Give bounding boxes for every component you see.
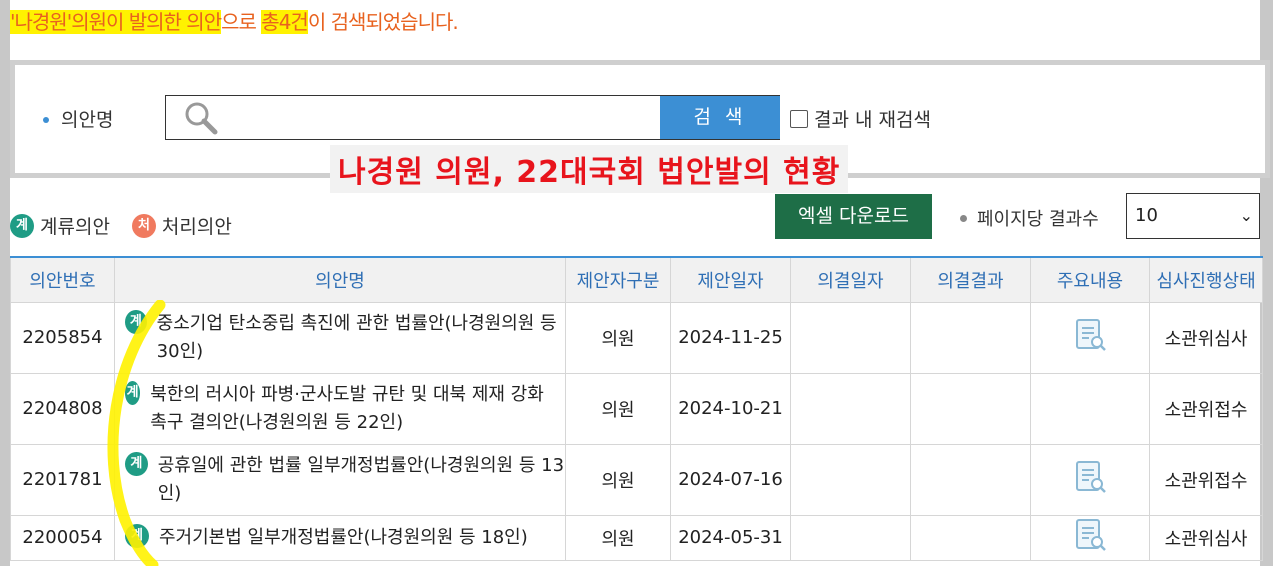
proposer-cell: 의원 <box>565 372 671 445</box>
excel-download-button[interactable]: 엑셀 다운로드 <box>775 194 932 239</box>
per-page-value: 10 <box>1135 205 1158 226</box>
pending-badge-icon: 계 <box>125 523 149 548</box>
bullet-icon <box>43 117 49 123</box>
bill-no-cell: 2204808 <box>10 372 115 445</box>
bullet-icon <box>960 214 967 222</box>
header-status[interactable]: 심사진행상태 <box>1149 256 1263 303</box>
header-bill-name[interactable]: 의안명 <box>114 256 566 303</box>
pending-badge-icon: 계 <box>125 309 147 334</box>
bill-name-cell: 계 북한의 러시아 파병·군사도발 규탄 및 대북 제재 강화 촉구 결의안(나… <box>114 372 566 445</box>
bill-name-label: 의안명 <box>61 109 114 131</box>
research-checkbox-wrap[interactable]: 결과 내 재검색 <box>790 105 931 132</box>
decision-date-cell <box>790 443 911 516</box>
table-row[interactable]: 2200054 계 주거기본법 일부개정법률안(나경원의원 등 18인) 의원 … <box>10 514 1263 561</box>
table-row[interactable]: 2204808 계 북한의 러시아 파병·군사도발 규탄 및 대북 제재 강화 … <box>10 372 1263 445</box>
result-text-end: 이 검색되었습니다. <box>307 10 459 34</box>
pending-label: 계류의안 <box>40 216 110 238</box>
header-decision-date[interactable]: 의결일자 <box>790 256 911 303</box>
proposal-date-cell: 2024-10-21 <box>670 372 791 445</box>
proposer-cell: 의원 <box>565 514 671 561</box>
header-decision-result[interactable]: 의결결과 <box>910 256 1031 303</box>
done-badge-icon: 처 <box>131 213 156 238</box>
decision-date-cell <box>790 514 911 561</box>
proposer-cell: 의원 <box>565 301 671 374</box>
status-cell: 소관위심사 <box>1149 301 1263 374</box>
search-button[interactable]: 검 색 <box>660 96 780 139</box>
chevron-down-icon: ⌄ <box>1239 206 1253 225</box>
status-cell: 소관위접수 <box>1149 372 1263 445</box>
bill-no-cell: 2200054 <box>10 514 115 561</box>
table-row[interactable]: 2201781 계 공휴일에 관한 법률 일부개정법률안(나경원의원 등 13인… <box>10 443 1263 516</box>
status-cell: 소관위접수 <box>1149 443 1263 516</box>
document-search-icon[interactable] <box>1072 317 1108 353</box>
result-text: 으로 <box>221 10 262 34</box>
summary-cell <box>1030 372 1150 445</box>
per-page-label-wrap: 페이지당 결과수 <box>960 205 1099 231</box>
decision-result-cell <box>910 514 1031 561</box>
per-page-select[interactable]: 10 ⌄ <box>1126 193 1260 239</box>
bill-title-link[interactable]: 중소기업 탄소중립 촉진에 관한 법률안(나경원의원 등 30인) <box>157 310 565 366</box>
research-checkbox[interactable] <box>790 109 808 128</box>
bill-no-cell: 2205854 <box>10 301 115 374</box>
decision-date-cell <box>790 372 911 445</box>
overlay-caption: 나경원 의원, 22대국회 법안발의 현황 <box>330 145 849 193</box>
proposal-date-cell: 2024-07-16 <box>670 443 791 516</box>
status-cell: 소관위심사 <box>1149 514 1263 561</box>
done-label: 처리의안 <box>161 216 232 238</box>
decision-result-cell <box>910 372 1031 445</box>
proposal-date-cell: 2024-05-31 <box>670 514 791 561</box>
result-highlight-count: 총4건 <box>261 10 309 34</box>
header-proposer[interactable]: 제안자구분 <box>565 256 671 303</box>
document-search-icon[interactable] <box>1072 517 1108 553</box>
header-summary[interactable]: 주요내용 <box>1030 256 1150 303</box>
bill-search-page: '나경원'의원이 발의한 의안으로 총4건이 검색되었습니다. 의안명 검 색 … <box>10 0 1270 566</box>
proposal-date-cell: 2024-11-25 <box>670 301 791 374</box>
decision-result-cell <box>910 443 1031 516</box>
result-highlight-name: '나경원'의원이 발의한 의안 <box>10 10 222 34</box>
table-header-row: 의안번호 의안명 제안자구분 제안일자 의결일자 의결결과 주요내용 심사진행상… <box>10 256 1263 303</box>
summary-cell <box>1030 514 1150 561</box>
proposer-cell: 의원 <box>565 443 671 516</box>
bill-name-cell: 계 공휴일에 관한 법률 일부개정법률안(나경원의원 등 13인) <box>114 443 566 516</box>
bill-name-cell: 계 중소기업 탄소중립 촉진에 관한 법률안(나경원의원 등 30인) <box>114 301 566 374</box>
per-page-label: 페이지당 결과수 <box>977 209 1099 230</box>
search-field: 검 색 <box>165 95 780 140</box>
research-label: 결과 내 재검색 <box>814 109 931 131</box>
bill-title-link[interactable]: 주거기본법 일부개정법률안(나경원의원 등 18인) <box>159 524 528 552</box>
bill-no-cell: 2201781 <box>10 443 115 516</box>
decision-date-cell <box>790 301 911 374</box>
summary-cell <box>1030 443 1150 516</box>
search-panel: 의안명 검 색 결과 내 재검색 나경원 의원, 22대국회 법안발의 현황 <box>10 60 1270 193</box>
bill-name-cell: 계 주거기본법 일부개정법률안(나경원의원 등 18인) <box>114 514 566 561</box>
status-legend: 계 계류의안 처 처리의안 <box>10 212 232 239</box>
search-input[interactable] <box>226 98 656 136</box>
pending-badge-icon: 계 <box>125 380 141 405</box>
table-row[interactable]: 2205854 계 중소기업 탄소중립 촉진에 관한 법률안(나경원의원 등 3… <box>10 301 1263 374</box>
pending-badge-icon: 계 <box>125 451 148 476</box>
bill-title-link[interactable]: 공휴일에 관한 법률 일부개정법률안(나경원의원 등 13인) <box>158 452 565 508</box>
header-bill-no[interactable]: 의안번호 <box>10 256 115 303</box>
magnifier-icon <box>185 102 218 135</box>
bill-title-link[interactable]: 북한의 러시아 파병·군사도발 규탄 및 대북 제재 강화 촉구 결의안(나경원… <box>150 381 565 437</box>
search-result-message: '나경원'의원이 발의한 의안으로 총4건이 검색되었습니다. <box>10 6 459 35</box>
bill-table: 의안번호 의안명 제안자구분 제안일자 의결일자 의결결과 주요내용 심사진행상… <box>10 256 1263 561</box>
header-proposal-date[interactable]: 제안일자 <box>670 256 791 303</box>
document-search-icon[interactable] <box>1072 459 1108 495</box>
summary-cell <box>1030 301 1150 374</box>
pending-badge-icon: 계 <box>10 213 34 238</box>
decision-result-cell <box>910 301 1031 374</box>
